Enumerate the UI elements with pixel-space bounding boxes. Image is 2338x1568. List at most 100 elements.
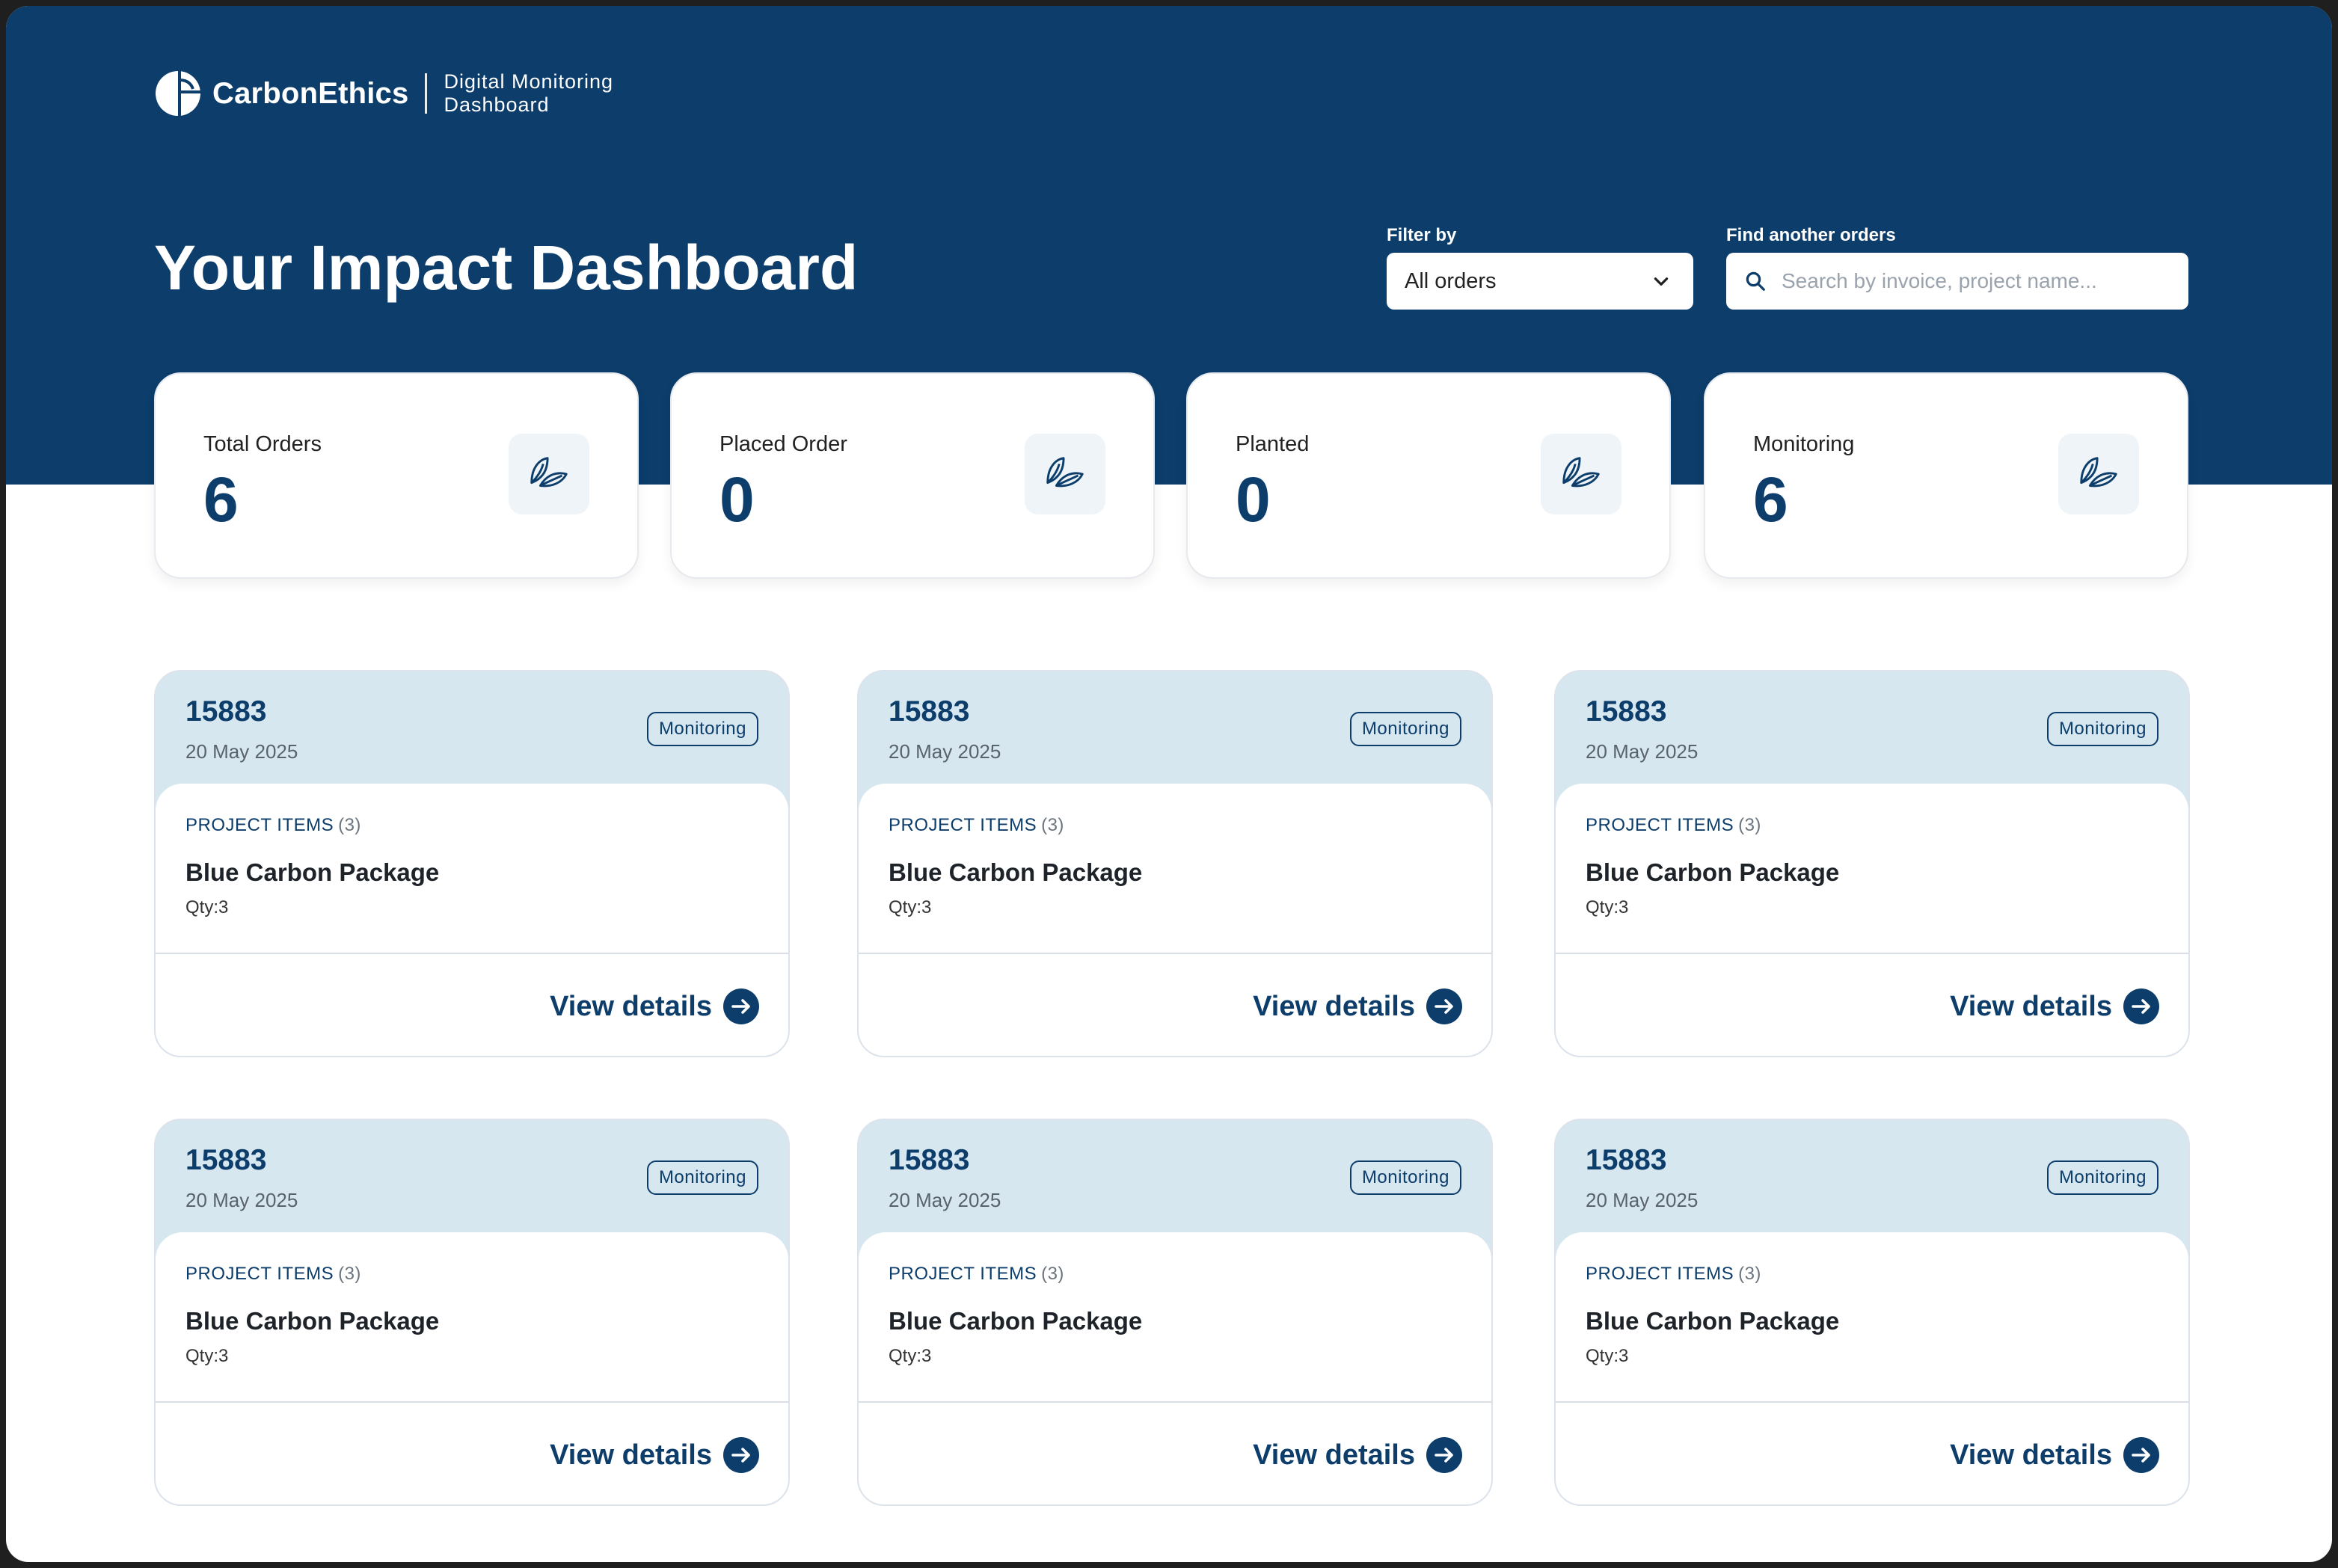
view-details-button[interactable]: View details — [1253, 984, 1463, 1029]
order-date: 20 May 2025 — [889, 740, 1001, 763]
order-body: PROJECT ITEMS (3) Blue Carbon Package Qty… — [156, 1232, 788, 1504]
project-items-label: PROJECT ITEMS (3) — [185, 1264, 361, 1284]
status-badge: Monitoring — [2046, 1160, 2158, 1195]
leaf-icon — [2080, 457, 2117, 488]
package-qty: Qty:3 — [1586, 1346, 1629, 1366]
leaf-icon — [1046, 457, 1084, 488]
order-body: PROJECT ITEMS (3) Blue Carbon Package Qty… — [156, 784, 788, 1056]
stat-value: 0 — [1236, 464, 1271, 535]
stat-card-total-orders: Total Orders 6 — [154, 372, 639, 579]
order-id: 15883 — [1586, 1144, 1667, 1176]
arrow-right-circle-icon — [1426, 1437, 1462, 1473]
brand-name: CarbonEthics — [212, 76, 409, 110]
stat-label: Monitoring — [1753, 432, 1855, 456]
app-window: CarbonEthics Digital Monitoring Dashboar… — [6, 6, 2332, 1562]
order-card: 15883 20 May 2025 Monitoring PROJECT ITE… — [154, 670, 790, 1057]
view-details-button[interactable]: View details — [1950, 984, 2160, 1029]
order-card: 15883 20 May 2025 Monitoring PROJECT ITE… — [1554, 670, 2190, 1057]
order-body: PROJECT ITEMS (3) Blue Carbon Package Qty… — [859, 784, 1491, 1056]
order-id: 15883 — [185, 695, 267, 728]
order-id: 15883 — [889, 1144, 970, 1176]
package-name: Blue Carbon Package — [185, 858, 440, 886]
project-items-label: PROJECT ITEMS (3) — [889, 1264, 1064, 1284]
stat-icon-box — [1025, 434, 1105, 514]
view-details-label: View details — [1253, 990, 1415, 1022]
package-name: Blue Carbon Package — [185, 1307, 440, 1335]
status-badge: Monitoring — [2046, 712, 2158, 746]
package-name: Blue Carbon Package — [1586, 1307, 1840, 1335]
order-card: 15883 20 May 2025 Monitoring PROJECT ITE… — [857, 1119, 1493, 1506]
search-icon — [1746, 271, 1765, 291]
order-date: 20 May 2025 — [1586, 740, 1699, 763]
view-details-label: View details — [550, 990, 712, 1022]
filter-label: Filter by — [1387, 225, 1457, 245]
order-card: 15883 20 May 2025 Monitoring PROJECT ITE… — [154, 1119, 790, 1506]
carbonethics-logo-icon — [156, 71, 200, 116]
stat-icon-box — [1541, 434, 1621, 514]
status-badge: Monitoring — [646, 1160, 758, 1195]
order-id: 15883 — [1586, 695, 1667, 728]
order-date: 20 May 2025 — [185, 1189, 298, 1211]
leaf-icon — [530, 457, 568, 488]
package-qty: Qty:3 — [889, 1346, 932, 1366]
view-details-button[interactable]: View details — [1950, 1433, 2160, 1478]
package-qty: Qty:3 — [1586, 897, 1629, 917]
brand[interactable]: CarbonEthics Digital Monitoring Dashboar… — [154, 67, 613, 120]
search-box[interactable] — [1726, 253, 2188, 310]
stat-label: Planted — [1236, 432, 1310, 456]
stat-value: 0 — [719, 464, 755, 535]
package-qty: Qty:3 — [889, 897, 932, 917]
view-details-button[interactable]: View details — [550, 1433, 760, 1478]
order-body: PROJECT ITEMS (3) Blue Carbon Package Qty… — [1556, 784, 2188, 1056]
divider — [156, 953, 788, 954]
project-items-label: PROJECT ITEMS (3) — [1586, 815, 1761, 835]
order-id: 15883 — [185, 1144, 267, 1176]
view-details-label: View details — [1950, 1439, 2112, 1471]
view-details-button[interactable]: View details — [1253, 1433, 1463, 1478]
leaf-icon — [1562, 457, 1600, 488]
order-date: 20 May 2025 — [889, 1189, 1001, 1211]
order-card: 15883 20 May 2025 Monitoring PROJECT ITE… — [1554, 1119, 2190, 1506]
stat-card-planted: Planted 0 — [1186, 372, 1671, 579]
order-card: 15883 20 May 2025 Monitoring PROJECT ITE… — [857, 670, 1493, 1057]
filter-selected-value: All orders — [1405, 268, 1497, 293]
package-qty: Qty:3 — [185, 1346, 229, 1366]
arrow-right-circle-icon — [2123, 989, 2159, 1024]
order-date: 20 May 2025 — [1586, 1189, 1699, 1211]
stat-value: 6 — [1753, 464, 1788, 535]
view-details-label: View details — [1253, 1439, 1415, 1471]
search-input[interactable] — [1780, 268, 2170, 294]
status-badge: Monitoring — [1349, 712, 1461, 746]
stat-card-monitoring: Monitoring 6 — [1704, 372, 2188, 579]
chevron-down-icon — [1654, 277, 1669, 286]
package-name: Blue Carbon Package — [889, 858, 1143, 886]
divider — [1556, 1401, 2188, 1403]
order-body: PROJECT ITEMS (3) Blue Carbon Package Qty… — [859, 1232, 1491, 1504]
view-details-button[interactable]: View details — [550, 984, 760, 1029]
stat-label: Total Orders — [203, 432, 322, 456]
search-label: Find another orders — [1726, 225, 1896, 245]
divider — [859, 1401, 1491, 1403]
arrow-right-circle-icon — [1426, 989, 1462, 1024]
page-title: Your Impact Dashboard — [154, 233, 859, 303]
package-qty: Qty:3 — [185, 897, 229, 917]
divider — [859, 953, 1491, 954]
divider — [156, 1401, 788, 1403]
stat-icon-box — [509, 434, 589, 514]
stat-card-placed-order: Placed Order 0 — [670, 372, 1155, 579]
arrow-right-circle-icon — [2123, 1437, 2159, 1473]
stat-icon-box — [2058, 434, 2139, 514]
stat-label: Placed Order — [719, 432, 847, 456]
brand-divider — [425, 73, 428, 114]
project-items-label: PROJECT ITEMS (3) — [889, 815, 1064, 835]
order-body: PROJECT ITEMS (3) Blue Carbon Package Qty… — [1556, 1232, 2188, 1504]
divider — [1556, 953, 2188, 954]
filter-select[interactable]: All orders — [1387, 253, 1693, 310]
package-name: Blue Carbon Package — [1586, 858, 1840, 886]
order-date: 20 May 2025 — [185, 740, 298, 763]
arrow-right-circle-icon — [723, 1437, 759, 1473]
order-id: 15883 — [889, 695, 970, 728]
arrow-right-circle-icon — [723, 989, 759, 1024]
project-items-label: PROJECT ITEMS (3) — [1586, 1264, 1761, 1284]
status-badge: Monitoring — [646, 712, 758, 746]
